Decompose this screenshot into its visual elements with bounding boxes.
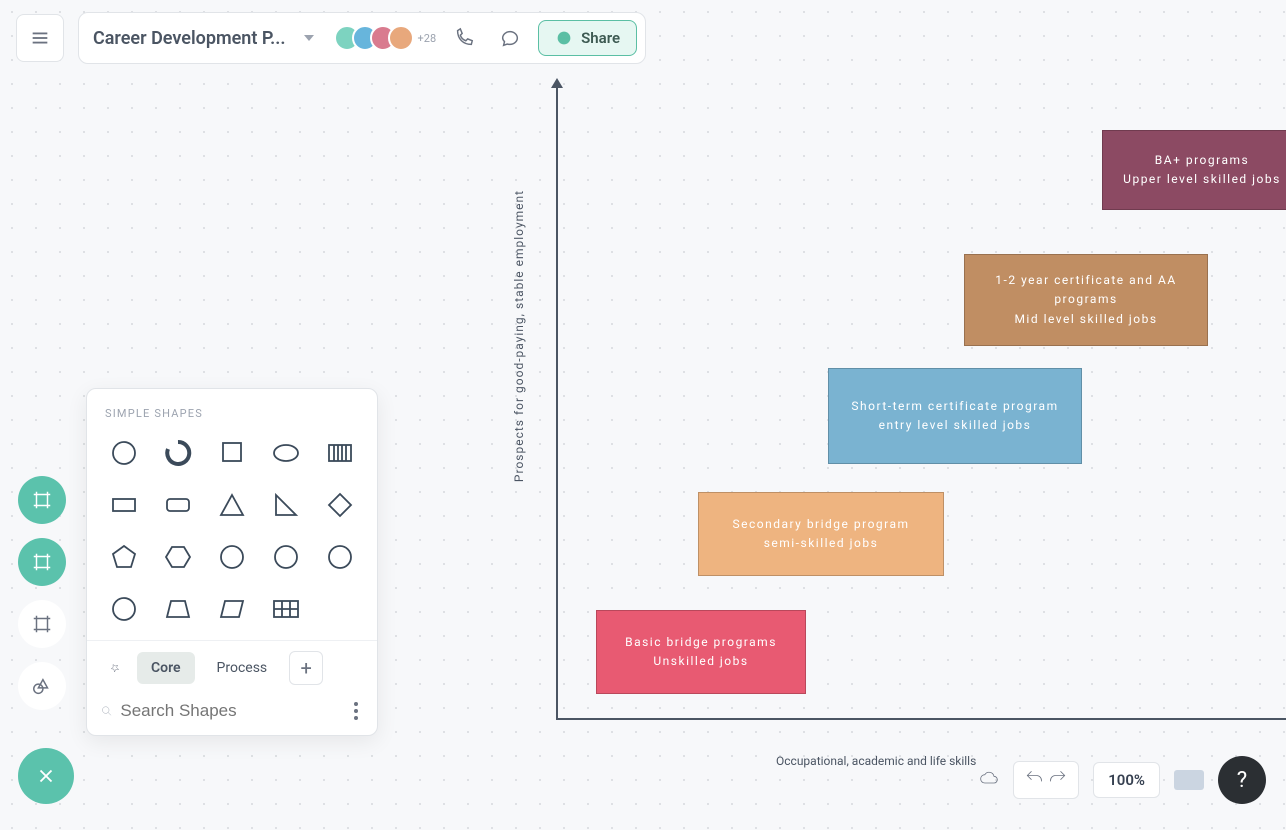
shape-pentagon[interactable]	[101, 538, 147, 576]
redo-icon	[1048, 768, 1068, 788]
shape-hexagon[interactable]	[155, 538, 201, 576]
shape-octagon[interactable]	[263, 538, 309, 576]
chart-card-secondary[interactable]: Secondary bridge program semi-skilled jo…	[698, 492, 944, 576]
tab-process[interactable]: Process	[203, 652, 282, 684]
undo-redo-group	[1013, 761, 1079, 799]
shape-table[interactable]	[263, 590, 309, 628]
card-sublabel: Upper level skilled jobs	[1123, 170, 1281, 189]
card-sublabel: entry level skilled jobs	[879, 416, 1032, 435]
shape-category-tabs: Core Process +	[87, 640, 377, 691]
zoom-level[interactable]: 100%	[1093, 762, 1160, 798]
frames-tool-button[interactable]	[18, 476, 66, 524]
call-button[interactable]	[446, 20, 482, 56]
help-button[interactable]: ?	[1218, 756, 1266, 804]
collaborator-avatars[interactable]: +28	[336, 25, 437, 51]
more-options-button[interactable]	[349, 702, 363, 720]
search-shapes-input[interactable]	[120, 701, 341, 721]
redo-button[interactable]	[1048, 768, 1068, 792]
card-sublabel: Unskilled jobs	[653, 652, 748, 671]
frame-outline-icon	[31, 613, 53, 635]
card-label: Basic bridge programs	[625, 633, 777, 652]
card-sublabel: semi-skilled jobs	[764, 534, 879, 553]
frame-icon	[31, 489, 53, 511]
avatar	[388, 25, 414, 51]
card-label: BA+ programs	[1155, 151, 1249, 170]
shape-circle[interactable]	[101, 434, 147, 472]
phone-icon	[453, 27, 475, 49]
shape-rect[interactable]	[101, 486, 147, 524]
chevron-down-icon	[304, 35, 314, 41]
shapes-tool-button[interactable]	[18, 662, 66, 710]
document-title: Career Development P...	[93, 28, 286, 49]
x-axis-label: Occupational, academic and life skills	[776, 754, 976, 768]
share-label: Share	[581, 29, 620, 47]
bottom-status-bar: 100% ?	[979, 756, 1266, 804]
shape-rounded-rect[interactable]	[155, 486, 201, 524]
close-panel-button[interactable]	[18, 748, 74, 804]
shape-ellipse[interactable]	[263, 434, 309, 472]
shape-circle-2[interactable]	[101, 590, 147, 628]
shape-parallelogram[interactable]	[209, 590, 255, 628]
add-tab-button[interactable]: +	[289, 651, 323, 685]
sync-status-button[interactable]	[979, 768, 999, 792]
shape-heptagon[interactable]	[209, 538, 255, 576]
chart-card-shortterm[interactable]: Short-term certificate program entry lev…	[828, 368, 1082, 464]
shape-search-row	[87, 691, 377, 725]
grid-tool-button[interactable]	[18, 600, 66, 648]
shape-diamond[interactable]	[317, 486, 363, 524]
shape-triangle[interactable]	[209, 486, 255, 524]
card-sublabel: Mid level skilled jobs	[1014, 310, 1157, 329]
shape-nonagon[interactable]	[317, 538, 363, 576]
tab-core[interactable]: Core	[137, 652, 195, 684]
undo-icon	[1024, 768, 1044, 788]
close-icon	[35, 765, 57, 787]
cloud-icon	[979, 768, 999, 788]
keyboard-shortcuts-button[interactable]	[1174, 770, 1204, 790]
globe-icon	[555, 29, 573, 47]
frames-tool-button-2[interactable]	[18, 538, 66, 586]
shapes-panel: SIMPLE SHAPES Core Process +	[86, 388, 378, 736]
card-label: Short-term certificate program	[851, 397, 1058, 416]
hamburger-icon	[29, 27, 51, 49]
chat-bubble-icon	[499, 27, 521, 49]
avatar-overflow-count: +28	[418, 32, 437, 45]
shape-trapezoid[interactable]	[155, 590, 201, 628]
frame-icon	[31, 551, 53, 573]
search-icon	[101, 701, 112, 721]
shape-right-triangle[interactable]	[263, 486, 309, 524]
top-toolbar: Career Development P... +28 Share	[16, 12, 646, 64]
pin-icon	[107, 660, 123, 676]
left-tool-rail	[18, 476, 66, 710]
shape-arc[interactable]	[155, 434, 201, 472]
shape-square[interactable]	[209, 434, 255, 472]
comment-button[interactable]	[492, 20, 528, 56]
shapes-grid	[87, 430, 377, 640]
x-axis	[556, 718, 1286, 720]
document-title-dropdown[interactable]: Career Development P...	[93, 28, 326, 49]
document-toolbar: Career Development P... +28 Share	[78, 12, 646, 64]
chart-card-certificate[interactable]: 1-2 year certificate and AA programs Mid…	[964, 254, 1208, 346]
share-button[interactable]: Share	[538, 20, 637, 56]
shapes-icon	[31, 675, 53, 697]
y-axis-label: Prospects for good-paying, stable employ…	[512, 126, 526, 546]
chart-card-ba[interactable]: BA+ programs Upper level skilled jobs	[1102, 130, 1286, 210]
y-axis	[556, 86, 558, 720]
shapes-panel-heading: SIMPLE SHAPES	[87, 403, 377, 430]
card-label: Secondary bridge program	[732, 515, 909, 534]
undo-button[interactable]	[1024, 768, 1044, 792]
career-ladder-chart: Prospects for good-paying, stable employ…	[556, 86, 1286, 720]
pin-button[interactable]	[101, 654, 129, 682]
hamburger-menu-button[interactable]	[16, 14, 64, 62]
chart-card-basic[interactable]: Basic bridge programs Unskilled jobs	[596, 610, 806, 694]
shape-barcode[interactable]	[317, 434, 363, 472]
card-label: 1-2 year certificate and AA programs	[979, 271, 1193, 309]
